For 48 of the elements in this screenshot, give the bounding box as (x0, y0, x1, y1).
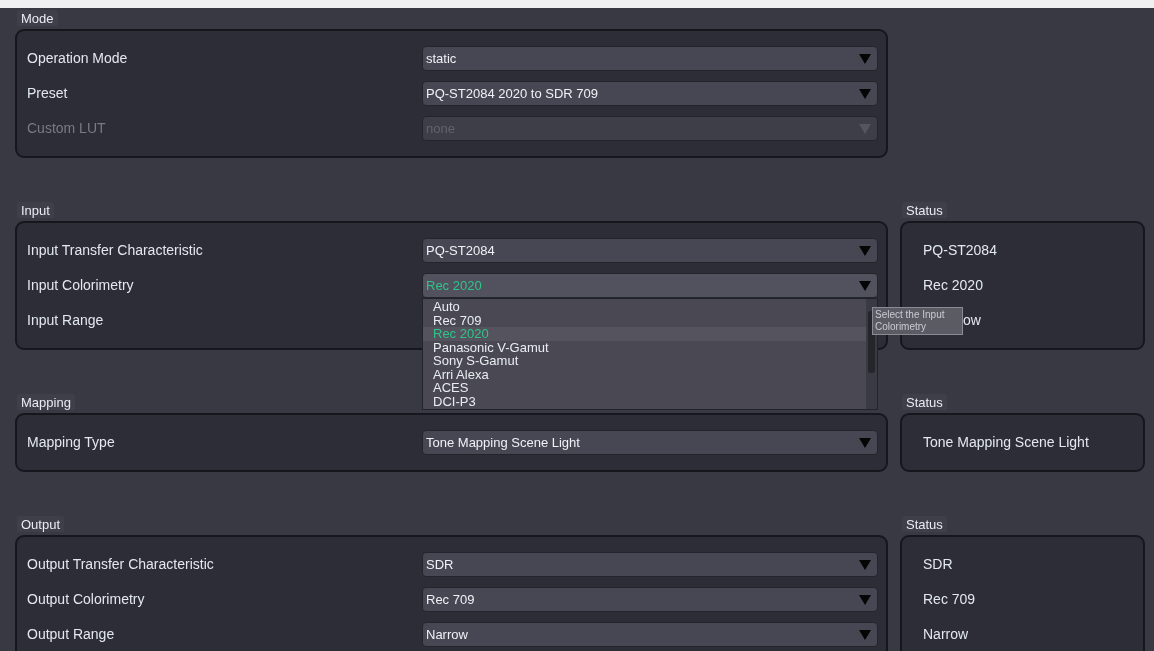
field-label: Input Transfer Characteristic (27, 241, 204, 260)
dropdown[interactable]: Rec 2020 (422, 273, 878, 298)
list-option[interactable]: Sony S-Gamut (423, 354, 866, 368)
status-value: Rec 2020 (923, 276, 983, 295)
tooltip: Select the Input Colorimetry (872, 306, 963, 335)
field-label: Input Range (27, 311, 105, 330)
status-title: Status (902, 202, 947, 218)
list-option[interactable]: ACES (423, 381, 866, 395)
field-label: Mapping Type (27, 433, 116, 452)
field-label: Preset (27, 84, 69, 103)
status-title: Status (902, 394, 947, 410)
field-label: Custom LUT (27, 119, 107, 138)
list-option[interactable]: Rec 709 (423, 313, 866, 327)
caret-icon (859, 628, 871, 641)
section-title: Output (17, 516, 65, 532)
section-title: Input (17, 202, 54, 218)
dropdown[interactable]: static (422, 46, 878, 71)
caret-icon (859, 87, 871, 100)
status-value: ow (963, 311, 981, 330)
status-value: Narrow (923, 625, 969, 644)
dropdown[interactable]: PQ-ST2084 2020 to SDR 709 (422, 81, 878, 106)
field-label: Output Colorimetry (27, 590, 146, 609)
field-label: Output Range (27, 625, 116, 644)
caret-icon (859, 593, 871, 606)
list-option[interactable]: Auto (423, 300, 866, 314)
status-value: SDR (923, 555, 953, 574)
dropdown[interactable]: Rec 709 (422, 587, 878, 612)
list-option[interactable]: Panasonic V-Gamut (423, 340, 866, 354)
caret-icon (859, 52, 871, 65)
list-option[interactable]: DCI-P3 (423, 394, 866, 408)
caret-icon (859, 244, 871, 257)
status-title: Status (902, 516, 947, 532)
dropdown[interactable]: Tone Mapping Scene Light (422, 430, 878, 455)
status-value: PQ-ST2084 (923, 241, 997, 260)
dropdown[interactable]: PQ-ST2084 (422, 238, 878, 263)
dropdown[interactable]: Narrow (422, 622, 878, 647)
field-label: Input Colorimetry (27, 276, 135, 295)
section-title: Mapping (17, 394, 75, 410)
dropdown[interactable]: SDR (422, 552, 878, 577)
caret-icon (859, 279, 871, 292)
field-label: Output Transfer Characteristic (27, 555, 215, 574)
status-value: Rec 709 (923, 590, 976, 609)
caret-icon (859, 558, 871, 571)
caret-icon (859, 436, 871, 449)
status-value: Tone Mapping Scene Light (923, 433, 1089, 452)
section-title: Mode (17, 10, 58, 26)
field-label: Operation Mode (27, 49, 129, 68)
list-option[interactable]: Arri Alexa (423, 367, 866, 381)
